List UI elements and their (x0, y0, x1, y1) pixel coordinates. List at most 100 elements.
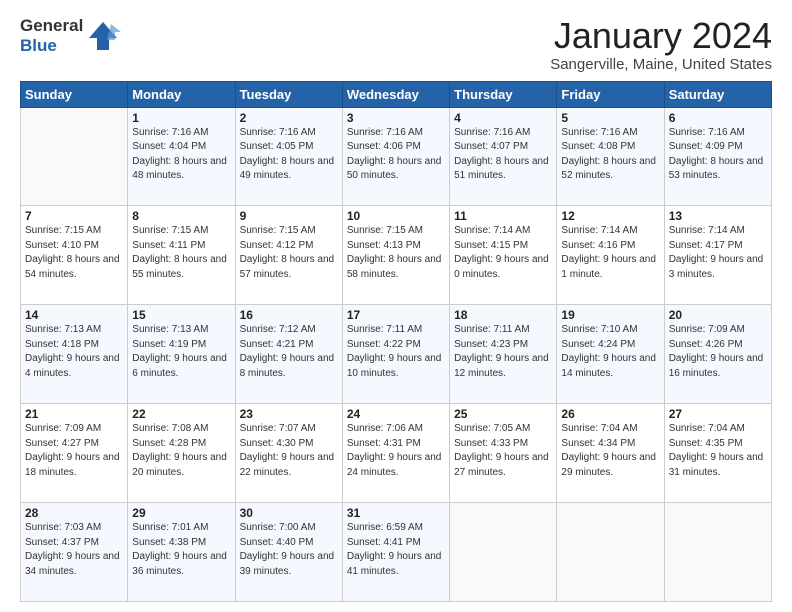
logo: General Blue (20, 16, 121, 55)
day-info: Sunrise: 7:11 AMSunset: 4:23 PMDaylight:… (454, 323, 552, 381)
day-info: Sunrise: 7:16 AMSunset: 4:07 PMDaylight:… (454, 126, 552, 184)
daylight-text: Daylight: 8 hours and 48 minutes. (132, 156, 227, 182)
day-number: 9 (240, 209, 338, 223)
table-row: 1Sunrise: 7:16 AMSunset: 4:04 PMDaylight… (128, 107, 235, 206)
day-number: 20 (669, 308, 767, 322)
daylight-text: Daylight: 8 hours and 53 minutes. (669, 156, 764, 182)
day-number: 13 (669, 209, 767, 223)
daylight-text: Daylight: 9 hours and 22 minutes. (240, 452, 335, 478)
day-number: 23 (240, 407, 338, 421)
table-row: 8Sunrise: 7:15 AMSunset: 4:11 PMDaylight… (128, 206, 235, 305)
sunrise-text: Sunrise: 7:08 AM (132, 423, 208, 434)
sunrise-text: Sunrise: 6:59 AM (347, 522, 423, 533)
table-row: 28Sunrise: 7:03 AMSunset: 4:37 PMDayligh… (21, 503, 128, 602)
day-number: 6 (669, 111, 767, 125)
table-row: 10Sunrise: 7:15 AMSunset: 4:13 PMDayligh… (342, 206, 449, 305)
day-info: Sunrise: 7:12 AMSunset: 4:21 PMDaylight:… (240, 323, 338, 381)
daylight-text: Daylight: 9 hours and 6 minutes. (132, 353, 227, 379)
daylight-text: Daylight: 9 hours and 1 minute. (561, 254, 656, 280)
day-info: Sunrise: 7:14 AMSunset: 4:17 PMDaylight:… (669, 224, 767, 282)
logo-blue: Blue (20, 36, 83, 56)
daylight-text: Daylight: 9 hours and 18 minutes. (25, 452, 120, 478)
calendar-table: Sunday Monday Tuesday Wednesday Thursday… (20, 81, 772, 602)
header-monday: Monday (128, 81, 235, 107)
day-info: Sunrise: 7:05 AM Sunset: 4:33 PM Daylight:… (454, 422, 552, 480)
daylight-text: Daylight: 8 hours and 51 minutes. (454, 156, 549, 182)
sunset-text: Sunset: 4:06 PM (347, 141, 421, 152)
table-row: 19Sunrise: 7:10 AMSunset: 4:24 PMDayligh… (557, 305, 664, 404)
sunrise-text: Sunrise: 7:14 AM (669, 225, 745, 236)
table-row: 12Sunrise: 7:14 AMSunset: 4:16 PMDayligh… (557, 206, 664, 305)
calendar-subtitle: Sangerville, Maine, United States (550, 56, 772, 73)
sunset-text: Sunset: 4:07 PM (454, 141, 528, 152)
day-info: Sunrise: 7:03 AMSunset: 4:37 PMDaylight:… (25, 521, 123, 579)
sunrise-text: Sunrise: 7:14 AM (454, 225, 530, 236)
day-info: Sunrise: 7:16 AMSunset: 4:08 PMDaylight:… (561, 126, 659, 184)
sunset-text: Sunset: 4:41 PM (347, 537, 421, 548)
day-number: 4 (454, 111, 552, 125)
sunset-text: Sunset: 4:34 PM (561, 438, 635, 449)
sunrise-text: Sunrise: 7:05 AM (454, 423, 530, 434)
table-row: 25Sunrise: 7:05 AMSunset: 4:33 PMDayligh… (450, 404, 557, 503)
sunset-text: Sunset: 4:23 PM (454, 339, 528, 350)
sunset-text: Sunset: 4:33 PM (454, 438, 528, 449)
day-number: 18 (454, 308, 552, 322)
day-number: 2 (240, 111, 338, 125)
daylight-text: Daylight: 9 hours and 20 minutes. (132, 452, 227, 478)
sunrise-text: Sunrise: 7:04 AM (669, 423, 745, 434)
daylight-text: Daylight: 9 hours and 27 minutes. (454, 452, 549, 478)
page: General Blue January 2024 Sangerville, M… (0, 0, 792, 612)
day-info: Sunrise: 7:08 AMSunset: 4:28 PMDaylight:… (132, 422, 230, 480)
day-number: 21 (25, 407, 123, 421)
day-info: Sunrise: 7:10 AMSunset: 4:24 PMDaylight:… (561, 323, 659, 381)
calendar-week-row: 28Sunrise: 7:03 AMSunset: 4:37 PMDayligh… (21, 503, 772, 602)
day-info: Sunrise: 7:01 AMSunset: 4:38 PMDaylight:… (132, 521, 230, 579)
sunset-text: Sunset: 4:16 PM (561, 240, 635, 251)
day-number: 10 (347, 209, 445, 223)
sunset-text: Sunset: 4:18 PM (25, 339, 99, 350)
table-row: 2Sunrise: 7:16 AMSunset: 4:05 PMDaylight… (235, 107, 342, 206)
day-number: 24 (347, 407, 445, 421)
weekday-header-row: Sunday Monday Tuesday Wednesday Thursday… (21, 81, 772, 107)
sunrise-text: Sunrise: 7:09 AM (25, 423, 101, 434)
day-info: Sunrise: 7:04 AM Sunset: 4:35 PM Daylight:… (669, 422, 767, 480)
table-row: 11Sunrise: 7:14 AMSunset: 4:15 PMDayligh… (450, 206, 557, 305)
day-number: 26 (561, 407, 659, 421)
sunset-text: Sunset: 4:35 PM (669, 438, 743, 449)
daylight-text: Daylight: 9 hours and 31 minutes. (669, 452, 764, 478)
sunset-text: Sunset: 4:10 PM (25, 240, 99, 251)
day-number: 22 (132, 407, 230, 421)
sunset-text: Sunset: 4:38 PM (132, 537, 206, 548)
header-tuesday: Tuesday (235, 81, 342, 107)
daylight-text: Daylight: 9 hours and 41 minutes. (347, 551, 442, 577)
day-number: 12 (561, 209, 659, 223)
daylight-text: Daylight: 9 hours and 34 minutes. (25, 551, 120, 577)
day-number: 16 (240, 308, 338, 322)
header-thursday: Thursday (450, 81, 557, 107)
day-number: 3 (347, 111, 445, 125)
sunrise-text: Sunrise: 7:16 AM (132, 127, 208, 138)
day-number: 7 (25, 209, 123, 223)
table-row: 4Sunrise: 7:16 AMSunset: 4:07 PMDaylight… (450, 107, 557, 206)
day-info: Sunrise: 7:15 AMSunset: 4:11 PMDaylight:… (132, 224, 230, 282)
sunset-text: Sunset: 4:21 PM (240, 339, 314, 350)
sunrise-text: Sunrise: 7:04 AM (561, 423, 637, 434)
header-sunday: Sunday (21, 81, 128, 107)
daylight-text: Daylight: 8 hours and 52 minutes. (561, 156, 656, 182)
table-row (664, 503, 771, 602)
daylight-text: Daylight: 9 hours and 12 minutes. (454, 353, 549, 379)
daylight-text: Daylight: 9 hours and 36 minutes. (132, 551, 227, 577)
sunrise-text: Sunrise: 7:11 AM (347, 324, 422, 335)
day-info: Sunrise: 7:09 AMSunset: 4:26 PMDaylight:… (669, 323, 767, 381)
calendar-week-row: 21Sunrise: 7:09 AMSunset: 4:27 PMDayligh… (21, 404, 772, 503)
day-number: 29 (132, 506, 230, 520)
day-info: Sunrise: 6:59 AM Sunset: 4:41 PM Daylight:… (347, 521, 445, 579)
daylight-text: Daylight: 8 hours and 49 minutes. (240, 156, 335, 182)
day-info: Sunrise: 7:06 AMSunset: 4:31 PMDaylight:… (347, 422, 445, 480)
sunrise-text: Sunrise: 7:16 AM (347, 127, 423, 138)
sunrise-text: Sunrise: 7:13 AM (25, 324, 101, 335)
day-info: Sunrise: 7:14 AMSunset: 4:16 PMDaylight:… (561, 224, 659, 282)
table-row: 21Sunrise: 7:09 AMSunset: 4:27 PMDayligh… (21, 404, 128, 503)
sunrise-text: Sunrise: 7:07 AM (240, 423, 316, 434)
day-number: 19 (561, 308, 659, 322)
